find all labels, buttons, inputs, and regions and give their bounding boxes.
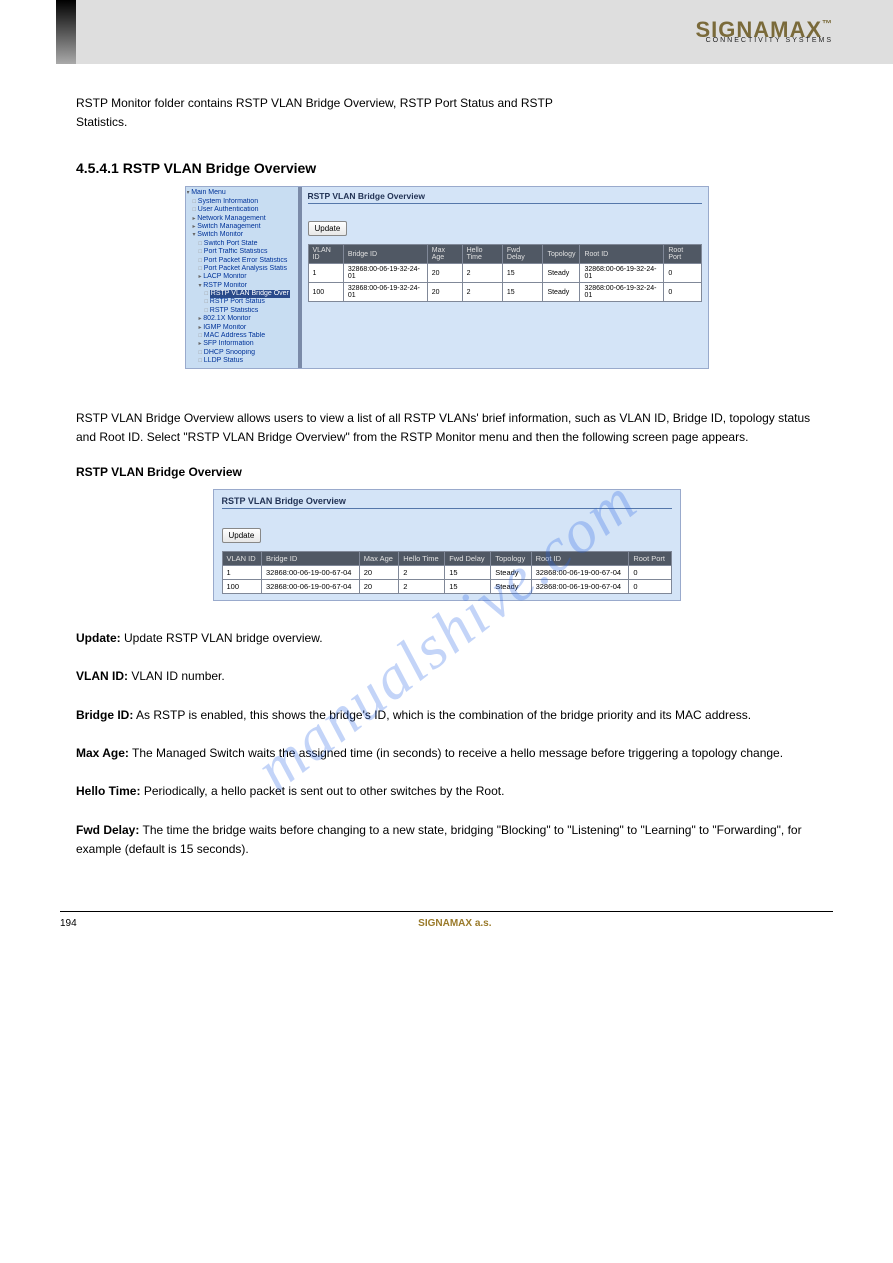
tree-mac-address-table[interactable]: MAC Address Table: [187, 332, 297, 340]
tree-network-management[interactable]: Network Management: [187, 215, 297, 223]
tree-rstp-monitor[interactable]: RSTP Monitor: [187, 282, 297, 290]
page-number: 194: [60, 918, 77, 929]
body-text: RSTP VLAN Bridge Overview allows users t…: [76, 409, 833, 447]
update-button[interactable]: Update: [308, 221, 348, 236]
tree-rstp-vlan-bridge-overview[interactable]: RSTP VLAN Bridge Over: [187, 290, 297, 298]
section-heading: 4.5.4.1 RSTP VLAN Bridge Overview: [76, 160, 833, 176]
th-topology: Topology: [543, 245, 580, 264]
th-vlan-id: VLAN ID: [308, 245, 343, 264]
th-vlan-id: VLAN ID: [222, 551, 262, 565]
th-root-id: Root ID: [531, 551, 629, 565]
tree-port-traffic-statistics[interactable]: Port Traffic Statistics: [187, 248, 297, 256]
th-max-age: Max Age: [427, 245, 462, 264]
intro-text: RSTP Monitor folder contains RSTP VLAN B…: [76, 94, 833, 132]
th-fwd-delay: Fwd Delay: [445, 551, 491, 565]
panel2-title: RSTP VLAN Bridge Overview: [222, 496, 672, 509]
th-bridge-id: Bridge ID: [343, 245, 427, 264]
th-topology: Topology: [491, 551, 531, 565]
table-row: 132868:00-06-19-00-67-0420215Steady32868…: [222, 565, 671, 579]
th-root-id: Root ID: [580, 245, 664, 264]
tree-sfp-information[interactable]: SFP Information: [187, 340, 297, 348]
header-accent: [56, 0, 76, 64]
screenshot-full: Main Menu System Information User Authen…: [185, 186, 709, 368]
brand-tm: ™: [822, 19, 833, 30]
tree-dhcp-snooping[interactable]: DHCP Snooping: [187, 349, 297, 357]
table-row: 10032868:00-06-19-32-24-0120215Steady328…: [308, 283, 701, 302]
table-row: 10032868:00-06-19-00-67-0420215Steady328…: [222, 579, 671, 593]
brand-tagline: CONNECTIVITY SYSTEMS: [695, 37, 833, 44]
tree-switch-management[interactable]: Switch Management: [187, 223, 297, 231]
th-root-port: Root Port: [629, 551, 671, 565]
th-bridge-id: Bridge ID: [262, 551, 360, 565]
tree-main-menu[interactable]: Main Menu: [187, 189, 297, 197]
th-hello-time: Hello Time: [399, 551, 445, 565]
brand-logo: SIGNAMAX™ CONNECTIVITY SYSTEMS: [695, 20, 833, 45]
th-fwd-delay: Fwd Delay: [502, 245, 543, 264]
tree-lacp-monitor[interactable]: LACP Monitor: [187, 273, 297, 281]
table-row: 132868:00-06-19-32-24-0120215Steady32868…: [308, 264, 701, 283]
tree-system-information[interactable]: System Information: [187, 198, 297, 206]
tree-user-authentication[interactable]: User Authentication: [187, 206, 297, 214]
tree-igmp-monitor[interactable]: IGMP Monitor: [187, 324, 297, 332]
tree-8021x-monitor[interactable]: 802.1X Monitor: [187, 315, 297, 323]
th-hello-time: Hello Time: [462, 245, 502, 264]
tree-switch-port-state[interactable]: Switch Port State: [187, 240, 297, 248]
screenshot-panel: RSTP VLAN Bridge Overview Update VLAN ID…: [213, 489, 681, 601]
header-bar: SIGNAMAX™ CONNECTIVITY SYSTEMS: [76, 0, 893, 64]
footer-company: SIGNAMAX a.s.: [418, 918, 491, 929]
page-footer: 194 SIGNAMAX a.s.: [60, 911, 833, 929]
panel1-title: RSTP VLAN Bridge Overview: [308, 191, 702, 204]
tree-port-packet-error-stats[interactable]: Port Packet Error Statistics: [187, 257, 297, 265]
tree-rstp-statistics[interactable]: RSTP Statistics: [187, 307, 297, 315]
subsection-heading: RSTP VLAN Bridge Overview: [76, 465, 833, 479]
tree-lldp-status[interactable]: LLDP Status: [187, 357, 297, 365]
nav-tree: Main Menu System Information User Authen…: [186, 187, 302, 367]
rstp-table-1: VLAN ID Bridge ID Max Age Hello Time Fwd…: [308, 244, 702, 302]
rstp-table-2: VLAN ID Bridge ID Max Age Hello Time Fwd…: [222, 551, 672, 594]
tree-switch-monitor[interactable]: Switch Monitor: [187, 231, 297, 239]
update-button[interactable]: Update: [222, 528, 262, 543]
field-definitions: Update: Update RSTP VLAN bridge overview…: [76, 629, 833, 859]
tree-port-packet-analysis-stats[interactable]: Port Packet Analysis Statis: [187, 265, 297, 273]
th-root-port: Root Port: [664, 245, 701, 264]
th-max-age: Max Age: [359, 551, 399, 565]
tree-rstp-port-status[interactable]: RSTP Port Status: [187, 298, 297, 306]
